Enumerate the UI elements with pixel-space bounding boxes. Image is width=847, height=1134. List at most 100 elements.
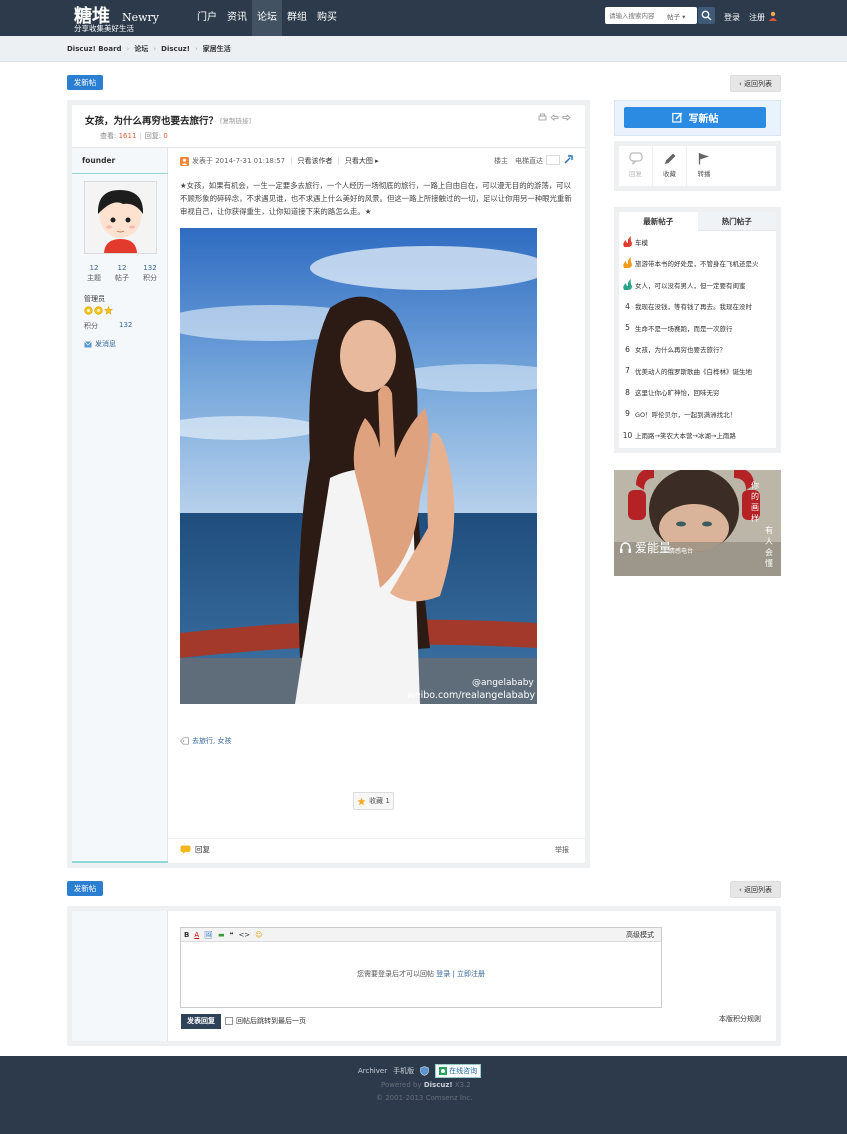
mobile-link[interactable]: 手机版	[393, 1066, 414, 1076]
nav-group[interactable]: 群组	[282, 0, 312, 36]
hot-post-item[interactable]: 车模	[622, 233, 774, 250]
author-rank[interactable]: 管理员	[84, 294, 105, 304]
author-medals	[84, 306, 113, 315]
register-link[interactable]: 注册	[749, 12, 765, 23]
login-hint-register-link[interactable]: 立即注册	[457, 970, 485, 978]
breadcrumb-category[interactable]: 家居生活	[203, 44, 231, 54]
go-last-page-checkbox[interactable]	[225, 1017, 233, 1025]
hot-post-rank: 9	[625, 409, 630, 418]
search-type-select[interactable]: 帖子 ▾	[667, 11, 685, 21]
login-hint: 您需要登录后才可以回帖 登录 | 立即注册	[181, 969, 661, 979]
sun-medal-icon	[94, 306, 103, 315]
report-link[interactable]: 举报	[555, 845, 569, 855]
tab-latest-posts[interactable]: 最新帖子	[619, 212, 698, 231]
author-credits-label: 积分	[84, 322, 98, 330]
author-stat-credits[interactable]: 132 积分	[143, 263, 157, 283]
author-column-bottom-line	[72, 861, 168, 863]
user-icon	[769, 11, 777, 21]
hot-post-item[interactable]: 8 这里让你心旷神怡，回味无穷	[622, 384, 774, 401]
nav-portal[interactable]: 门户	[192, 0, 222, 36]
copy-link[interactable]: [复制链接]	[220, 115, 251, 125]
tab-hot-posts[interactable]: 热门帖子	[697, 212, 776, 231]
star-medal-icon	[104, 306, 113, 315]
back-to-list-button-top[interactable]: ‹ 返回列表	[730, 75, 781, 92]
login-hint-login-link[interactable]: 登录	[436, 970, 450, 978]
nav-news[interactable]: 资讯	[222, 0, 252, 36]
title-tools	[538, 113, 571, 122]
tag-links[interactable]: 去旅行, 女孩	[192, 736, 231, 746]
hot-post-item[interactable]: 4 我现在没钱，等有钱了再去。我现在没时	[622, 298, 774, 315]
avatar[interactable]	[84, 181, 157, 254]
breadcrumb-discuz[interactable]: Discuz!	[161, 45, 190, 53]
hot-post-item[interactable]: 旅游带本书的好处是，不管身在飞机还是火	[622, 255, 774, 272]
author-stat-posts[interactable]: 12 帖子	[115, 263, 129, 283]
print-icon[interactable]	[538, 113, 547, 122]
nav-forum[interactable]: 论坛	[252, 0, 282, 36]
previous-thread-icon[interactable]	[550, 113, 559, 122]
editor-toolbar: B A 🖼 ▬ ❝ <> ☺	[181, 928, 661, 942]
envelope-icon	[84, 340, 92, 347]
jump-go-icon[interactable]	[563, 154, 574, 165]
post-timestamp: 发表于 2014-7-31 01:18:57	[192, 157, 286, 165]
online-consult-button[interactable]: 在线咨询	[435, 1064, 482, 1078]
new-post-button-top[interactable]: 发新帖	[67, 75, 103, 90]
hot-post-item[interactable]: 女人，可以没有男人，但一定要有闺蜜	[622, 276, 774, 293]
chat-icon	[439, 1067, 448, 1075]
new-post-button-bottom[interactable]: 发新帖	[67, 881, 103, 896]
send-message-link[interactable]: 发消息	[84, 339, 116, 349]
search-button[interactable]	[698, 7, 715, 24]
image-button[interactable]: 🖼	[204, 931, 213, 939]
quote-button[interactable]: ❝	[230, 931, 234, 939]
powered-by-brand[interactable]: Discuz!	[424, 1081, 453, 1089]
font-color-button[interactable]: A	[194, 931, 199, 939]
only-large-image-link[interactable]: 只看大图 ▸	[345, 156, 379, 166]
author-column	[72, 148, 168, 863]
emoji-button[interactable]: ☺	[255, 931, 262, 939]
ad-subtitle: 情感电台	[669, 548, 694, 555]
next-thread-icon[interactable]	[562, 113, 571, 122]
jump-floor-input[interactable]	[546, 155, 560, 165]
only-author-link[interactable]: 只看该作者	[297, 156, 332, 166]
nav-buy[interactable]: 购买	[312, 0, 342, 36]
search-input[interactable]	[605, 8, 667, 23]
stat-label: 主题	[87, 274, 101, 282]
author-name[interactable]: founder	[82, 156, 115, 165]
credit-rule-link[interactable]: 本版积分规则	[719, 1014, 761, 1024]
post-photo[interactable]	[180, 228, 537, 704]
hot-post-title: 女孩，为什么再穷也要去旅行？	[635, 346, 726, 354]
back-to-list-label: 返回列表	[744, 80, 773, 88]
hot-post-title: 优美动人的俄罗斯歌曲《白桦林》诞生地	[635, 367, 752, 376]
submit-reply-button[interactable]: 发表回复	[181, 1014, 221, 1029]
login-hint-separator: |	[452, 970, 455, 978]
hot-post-item[interactable]: 5 生命不是一场赛跑，而是一次旅行	[622, 319, 774, 336]
flame-rank-icon	[623, 235, 632, 247]
sidebar-new-post-button[interactable]: 写新帖	[624, 107, 766, 128]
breadcrumb-home[interactable]: Discuz! Board	[67, 45, 122, 53]
advanced-mode-link[interactable]: 高级模式	[626, 930, 654, 940]
hot-post-rank: 7	[625, 366, 630, 375]
reply-link[interactable]: 回复	[180, 844, 210, 855]
favorite-button[interactable]: 收藏 1	[353, 792, 394, 810]
views-label: 查看:	[100, 132, 117, 140]
hot-post-item[interactable]: 6 女孩，为什么再穷也要去旅行？	[622, 341, 774, 358]
go-last-page-option[interactable]: 回帖后跳转到最后一页	[225, 1016, 306, 1026]
bold-button[interactable]: B	[184, 931, 189, 939]
author-online-icon	[180, 156, 189, 166]
back-to-list-button-bottom[interactable]: ‹ 返回列表	[730, 881, 781, 898]
sidebar-action-reply[interactable]: 回复	[619, 146, 653, 186]
archiver-link[interactable]: Archiver	[358, 1067, 387, 1075]
stat-label: 帖子	[115, 274, 129, 282]
hot-post-item[interactable]: 10 上雨路→笑农大本营→冰湖→上雨路	[622, 427, 774, 444]
attachment-button[interactable]: ▬	[218, 931, 225, 939]
hot-post-item[interactable]: 9 GO！呼伦贝尔，一起到满洲找北！	[622, 405, 774, 422]
sidebar-action-favorite[interactable]: 收藏	[653, 146, 687, 186]
breadcrumb-forum[interactable]: 论坛	[134, 44, 148, 54]
hot-post-item[interactable]: 7 优美动人的俄罗斯歌曲《白桦林》诞生地	[622, 362, 774, 379]
shield-icon[interactable]	[420, 1066, 429, 1076]
code-button[interactable]: <>	[238, 931, 250, 939]
replies-count: 0	[163, 132, 168, 140]
author-stat-threads[interactable]: 12 主题	[87, 263, 101, 283]
photo-watermark-handle: @angelababy	[472, 678, 534, 688]
sidebar-action-share[interactable]: 转播	[687, 146, 721, 186]
login-link[interactable]: 登录	[724, 12, 740, 23]
